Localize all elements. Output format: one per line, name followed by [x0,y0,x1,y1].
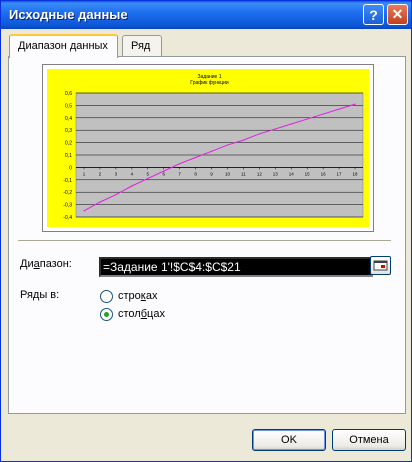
data-point [322,113,324,115]
x-tick-label: 13 [273,171,279,176]
range-input[interactable]: =Задание 1'!$C$4:$C$21 [99,257,373,277]
radio-columns-label[interactable]: столбцах [118,308,165,320]
x-tick-label: 16 [321,171,327,176]
y-tick-label: 0,1 [65,153,72,159]
data-point [131,185,133,187]
data-point [354,103,356,105]
collapse-dialog-icon [373,260,388,271]
y-tick-label: -0,1 [63,178,72,184]
data-point [274,128,276,130]
y-tick-label: 0 [69,165,72,171]
y-tick-label: 0,5 [65,103,72,109]
y-tick-label: 0,6 [65,91,72,97]
radio-rows-label[interactable]: строках [118,290,157,302]
data-point [210,150,213,152]
tab-data-range[interactable]: Диапазон данных [9,34,118,58]
data-point [290,123,292,125]
tab-series[interactable]: Ряд [122,35,162,56]
close-icon: ✕ [391,6,404,22]
data-point [163,170,165,172]
data-point [258,133,260,135]
x-tick-label: 12 [257,171,263,176]
series-in-label: Ряды в: [20,289,60,301]
ok-button[interactable]: OK [252,429,326,451]
y-tick-label: 0,4 [65,116,72,122]
cancel-button[interactable]: Отмена [332,429,406,451]
data-point [83,210,85,212]
radio-rows[interactable] [100,290,113,303]
radio-selected-dot [104,312,109,317]
y-tick-label: 0,3 [65,128,72,134]
help-icon: ? [369,6,378,23]
chart-svg: Задание 1График функции0,60,50,40,30,20,… [47,69,369,227]
x-tick-label: 18 [352,171,358,176]
y-tick-label: -0,4 [63,215,72,221]
chart-preview: Задание 1 График функции 0,6 0,5 0,4 0,3 0,2 0,… [42,64,374,232]
data-point [194,156,197,159]
window-title: Исходные данные [9,7,128,22]
x-tick-label: 11 [241,171,246,176]
data-point [179,163,181,165]
range-label: Диапазон: [20,258,72,270]
close-button[interactable]: ✕ [387,4,408,25]
chart-subtitle: График функции [190,80,229,86]
data-point [115,194,117,196]
help-button[interactable]: ? [363,4,384,25]
range-collapse-button[interactable] [370,256,391,275]
x-tick-label: 14 [289,171,295,176]
x-tick-label: 17 [337,171,343,176]
dialog-window: Исходные данные ? ✕ Диапазон данных Ряд … [0,0,412,462]
data-point [242,139,245,141]
radio-columns[interactable] [100,308,113,321]
data-point [338,108,340,110]
x-tick-label: 10 [225,171,231,176]
tab-panel: Задание 1 График функции 0,6 0,5 0,4 0,3 0,2 0,… [8,56,406,414]
x-tick-label: 15 [305,171,311,176]
title-bar[interactable]: Исходные данные ? ✕ [1,1,411,29]
data-point [147,177,149,180]
y-tick-label: 0,2 [65,141,72,147]
data-point [226,144,229,146]
data-point [99,201,101,203]
separator [18,240,391,242]
data-point [306,118,308,120]
y-tick-label: -0,3 [63,203,72,209]
y-tick-label: -0,2 [63,190,72,196]
